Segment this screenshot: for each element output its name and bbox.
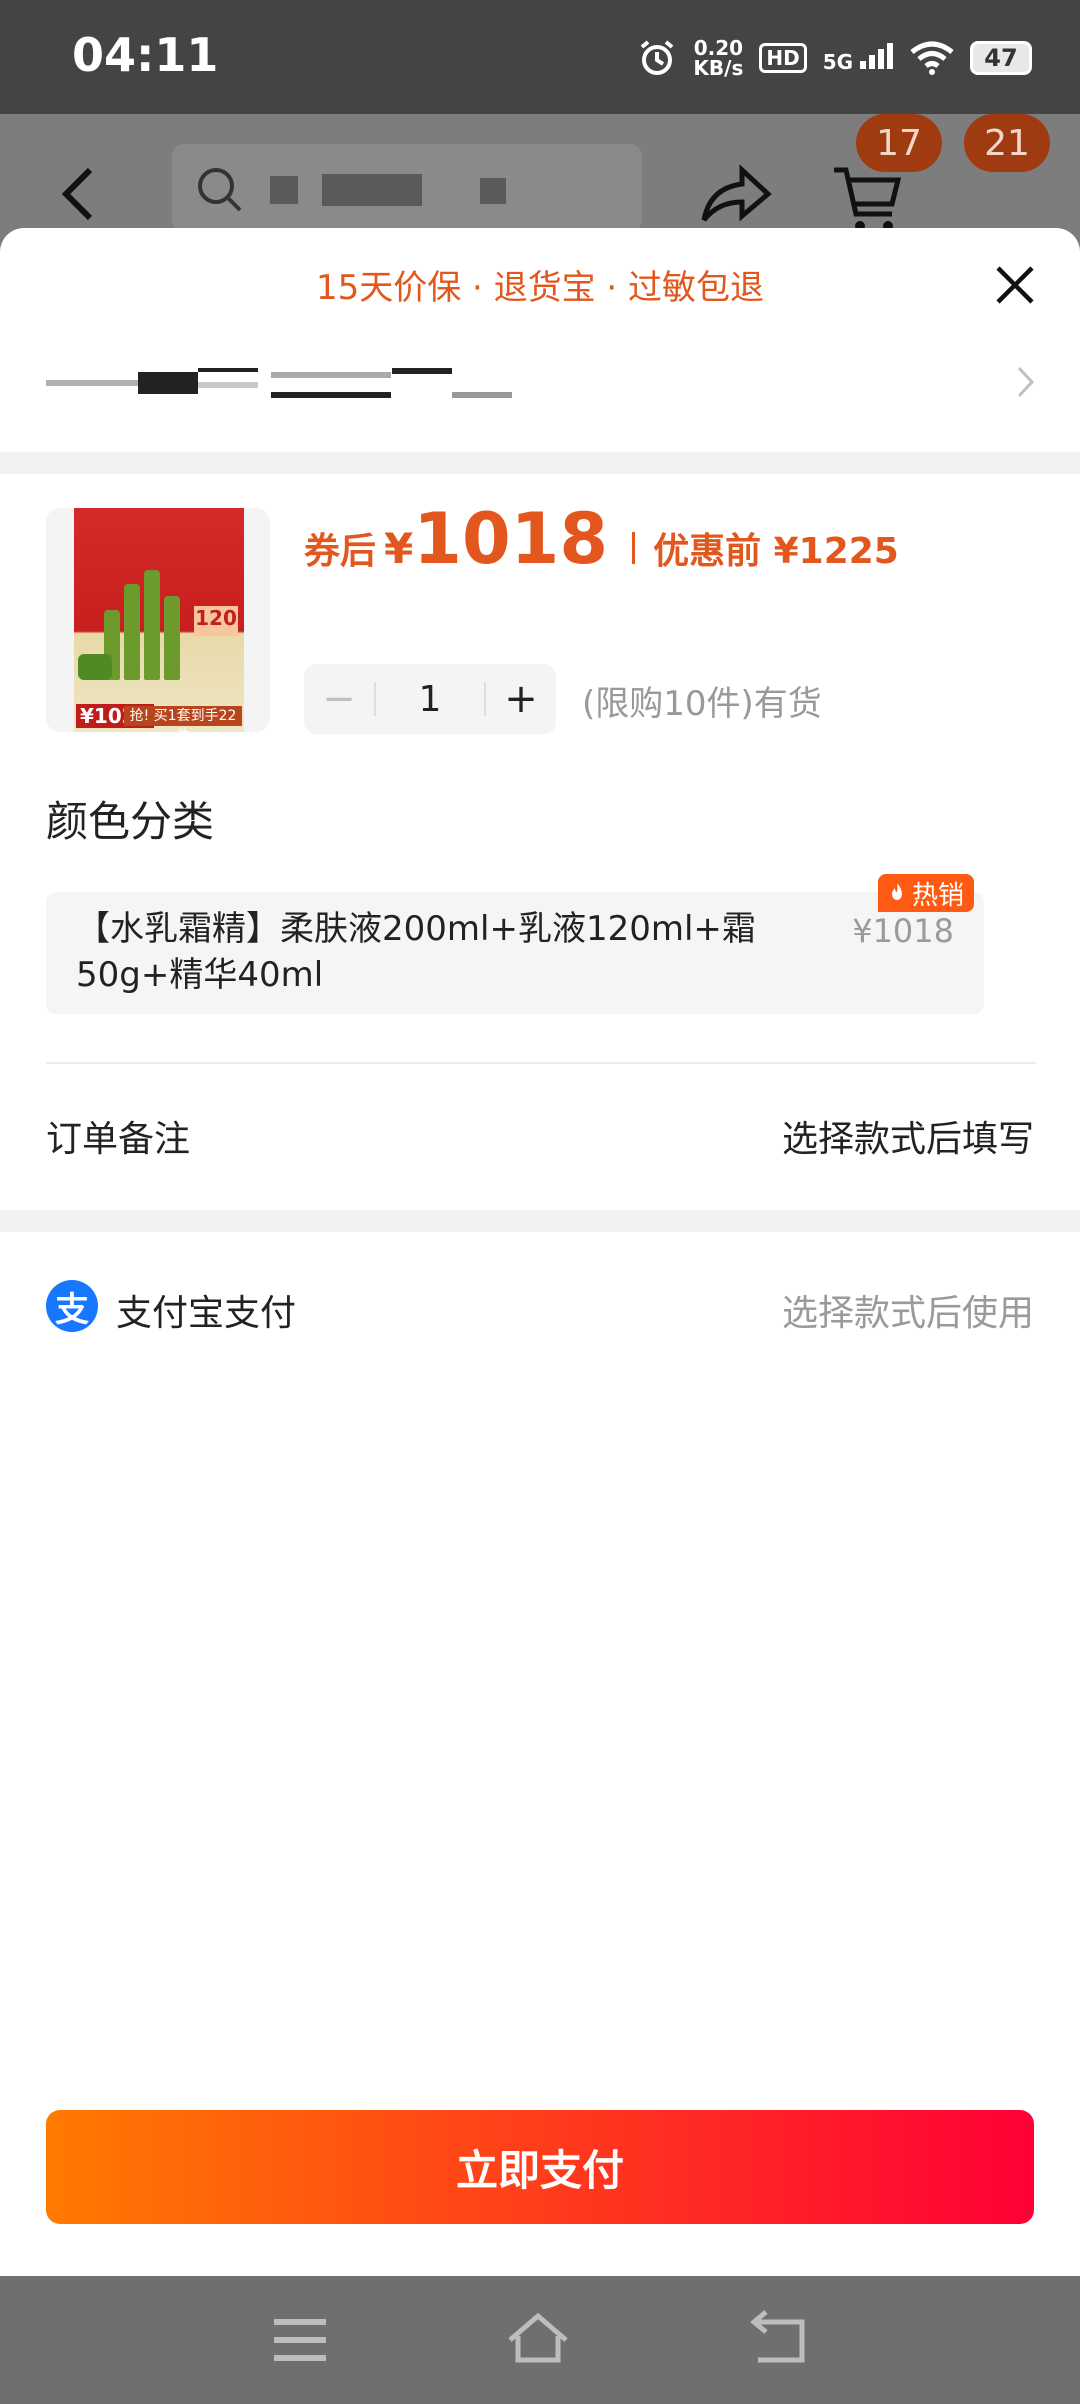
signal-icon: 5G: [822, 42, 894, 74]
product-art-promo-price: 120: [194, 606, 238, 636]
quantity-value[interactable]: 1: [376, 679, 484, 720]
share-icon[interactable]: [700, 164, 772, 224]
product-artwork: 120 ¥1025 抢! 买1套到手22件: [74, 508, 244, 732]
price-divider: [632, 532, 636, 564]
cart-icon[interactable]: [832, 164, 902, 234]
status-icons: 0.20 KB/s HD 5G 47: [637, 30, 1032, 86]
net-speed-value: 0.20: [693, 36, 744, 60]
alarm-icon: [641, 40, 674, 75]
product-bottle: [124, 584, 140, 680]
system-nav-bar: [0, 2276, 1080, 2404]
section-divider: [0, 452, 1080, 474]
redacted-text: [271, 372, 391, 378]
home-icon[interactable]: [506, 2308, 570, 2372]
order-note-label: 订单备注: [46, 1119, 191, 1160]
close-icon[interactable]: [988, 258, 1042, 312]
menu-icon[interactable]: [268, 2308, 332, 2372]
wifi-icon: [910, 41, 954, 75]
hd-icon: HD: [759, 43, 807, 73]
back-arrow-icon[interactable]: [60, 166, 96, 222]
stock-note: (限购10件)有货: [582, 684, 822, 724]
sku-option-label: 【水乳霜精】柔肤液200ml+乳液120ml+霜50g+精华40ml: [76, 909, 756, 995]
product-bottle: [144, 570, 160, 680]
payment-method-hint: 选择款式后使用: [781, 1293, 1034, 1334]
background-header: 17 21: [0, 114, 1080, 244]
redacted-text: [270, 176, 298, 204]
net-speed: 0.20 KB/s: [693, 38, 743, 78]
network-type: 5G: [822, 49, 854, 74]
quantity-stepper: − 1 +: [304, 664, 556, 734]
battery-icon: 47: [970, 41, 1032, 75]
status-bar: 04:11 0.20 KB/s HD 5G 47: [0, 0, 1080, 114]
hot-sale-badge: 热销: [878, 874, 975, 912]
alipay-icon: 支: [46, 1280, 98, 1332]
net-speed-unit: KB/s: [693, 56, 744, 80]
flame-icon: [892, 883, 902, 900]
decrease-button[interactable]: −: [304, 664, 374, 734]
color-category-title: 颜色分类: [46, 797, 215, 846]
redacted-text: [271, 392, 391, 398]
sku-option[interactable]: 【水乳霜精】柔肤液200ml+乳液120ml+霜50g+精华40ml ¥1018: [46, 892, 984, 1014]
hot-sale-label: 热销: [912, 880, 965, 911]
price-row: 券后 ¥ 1018 优惠前 ¥1225: [304, 498, 899, 598]
redacted-text: [322, 174, 422, 206]
product-image[interactable]: 120 ¥1025 抢! 买1套到手22件: [46, 508, 270, 732]
search-icon: [198, 168, 242, 212]
chevron-right-icon: [1017, 366, 1035, 398]
divider: [46, 1062, 1036, 1064]
increase-button[interactable]: +: [486, 664, 556, 734]
back-icon[interactable]: [748, 2308, 812, 2372]
purchase-sheet: 15天价保 · 退货宝 · 过敏包退 120 ¥1025 抢! 买1套到手22件: [0, 228, 1080, 2276]
product-art-band: 抢! 买1套到手22件: [124, 706, 242, 732]
sku-option-price: ¥1018: [852, 912, 954, 950]
price-before: 优惠前 ¥1225: [653, 531, 899, 572]
product-jar: [78, 654, 112, 680]
price-currency: ¥: [384, 524, 414, 573]
price-after-label: 券后: [304, 531, 377, 572]
guarantee-banner: 15天价保 · 退货宝 · 过敏包退: [315, 268, 765, 308]
redacted-text: [480, 178, 506, 204]
redacted-text: [392, 368, 452, 374]
order-note-hint[interactable]: 选择款式后填写: [782, 1110, 1034, 1162]
message-badge: 21: [964, 114, 1050, 172]
background-search-bar[interactable]: [172, 144, 642, 232]
redacted-text: [138, 372, 198, 394]
price-after-value: 1018: [413, 498, 609, 580]
redacted-text: [452, 392, 512, 398]
section-divider: [0, 1210, 1080, 1232]
redacted-text: [198, 368, 258, 372]
product-bottle: [164, 596, 180, 680]
payment-method-label[interactable]: 支付宝支付: [116, 1284, 296, 1336]
cart-badge: 17: [856, 114, 942, 172]
address-row[interactable]: [46, 358, 1036, 408]
pay-now-button[interactable]: 立即支付: [46, 2110, 1034, 2224]
redacted-text: [198, 382, 258, 388]
status-time: 04:11: [72, 28, 219, 82]
